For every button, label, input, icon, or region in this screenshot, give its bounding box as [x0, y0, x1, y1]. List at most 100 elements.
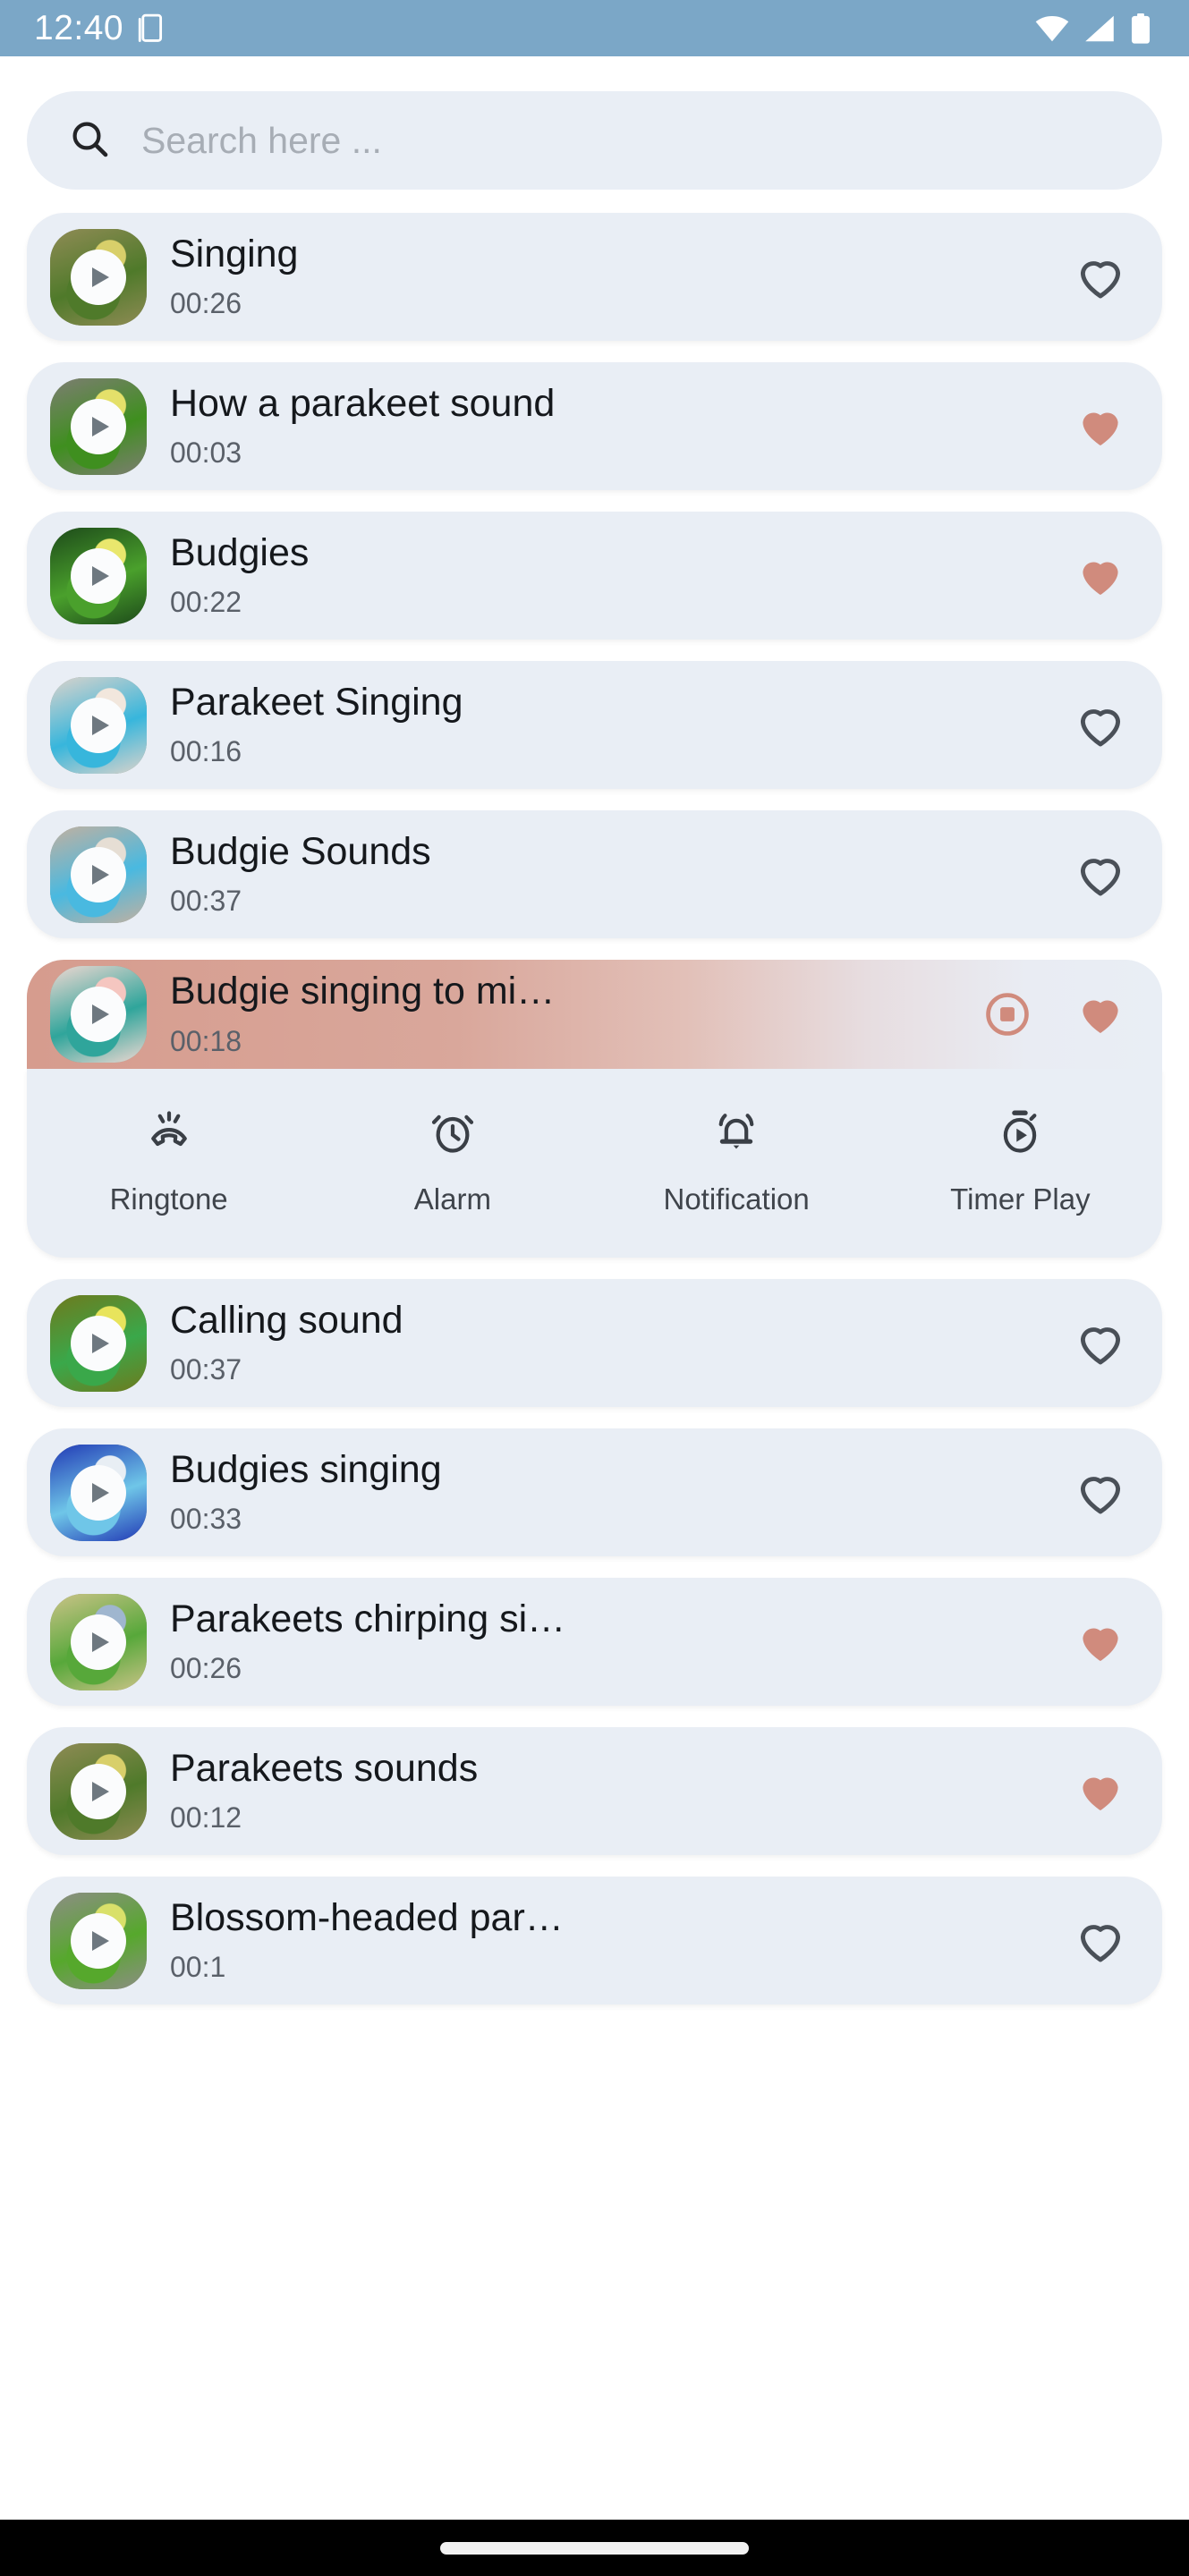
favorite-button[interactable] — [1073, 250, 1128, 305]
row-actions — [1073, 847, 1128, 902]
action-ringtone[interactable]: Ringtone — [27, 1106, 310, 1216]
sound-title: Parakeet Singing — [170, 681, 463, 724]
sound-row[interactable]: Calling sound 00:37 — [27, 1279, 1162, 1407]
row-actions — [980, 987, 1128, 1042]
sound-duration: 00:26 — [170, 287, 242, 320]
sound-card[interactable]: Calling sound 00:37 — [27, 1279, 1162, 1407]
sound-duration: 00:33 — [170, 1503, 242, 1536]
sound-thumbnail[interactable] — [50, 1892, 147, 1989]
ringing-phone-icon — [144, 1106, 194, 1161]
play-icon[interactable] — [71, 1763, 126, 1819]
sound-thumbnail[interactable] — [50, 966, 147, 1063]
action-alarm[interactable]: Alarm — [310, 1106, 594, 1216]
play-icon[interactable] — [71, 249, 126, 305]
action-timer-play[interactable]: Timer Play — [879, 1106, 1162, 1216]
play-icon[interactable] — [71, 987, 126, 1042]
sound-row[interactable]: How a parakeet sound 00:03 — [27, 362, 1162, 490]
favorite-button[interactable] — [1073, 1465, 1128, 1521]
sound-thumbnail[interactable] — [50, 1294, 147, 1392]
home-gesture-pill[interactable] — [440, 2541, 749, 2555]
row-actions — [1073, 698, 1128, 753]
play-icon[interactable] — [71, 697, 126, 753]
favorite-button[interactable] — [1073, 548, 1128, 604]
sound-title: Blossom-headed par… — [170, 1896, 564, 1939]
wifi-icon — [1035, 15, 1069, 42]
play-icon[interactable] — [71, 1912, 126, 1969]
search-input[interactable] — [141, 119, 1121, 162]
sound-row[interactable]: Parakeet Singing 00:16 — [27, 661, 1162, 789]
play-icon[interactable] — [71, 1614, 126, 1670]
sound-thumbnail[interactable] — [50, 1742, 147, 1840]
sound-card[interactable]: Budgies singing 00:33 — [27, 1428, 1162, 1556]
alarm-clock-icon — [428, 1106, 478, 1161]
sound-row[interactable]: Budgie singing to mi… 00:18 — [27, 960, 1162, 1069]
sound-title: Budgie Sounds — [170, 830, 431, 873]
bell-icon — [711, 1106, 761, 1161]
sound-row[interactable]: Budgie Sounds 00:37 — [27, 810, 1162, 938]
stop-button[interactable] — [980, 987, 1035, 1042]
sound-meta: Budgie Sounds 00:37 — [170, 831, 1073, 918]
row-actions — [1073, 250, 1128, 305]
favorite-button[interactable] — [1073, 1913, 1128, 1969]
sound-card[interactable]: Parakeets chirping si… 00:26 — [27, 1578, 1162, 1706]
sound-card[interactable]: Budgie singing to mi… 00:18 — [27, 960, 1162, 1069]
sound-duration: 00:37 — [170, 1353, 242, 1386]
cellular-signal-icon — [1083, 15, 1116, 42]
sound-title: Singing — [170, 233, 299, 275]
sound-thumbnail[interactable] — [50, 527, 147, 624]
sound-row[interactable]: Singing 00:26 — [27, 213, 1162, 341]
action-notification[interactable]: Notification — [595, 1106, 879, 1216]
sound-card[interactable]: How a parakeet sound 00:03 — [27, 362, 1162, 490]
stopwatch-play-icon — [995, 1106, 1045, 1161]
play-icon[interactable] — [71, 846, 126, 902]
search-icon — [68, 117, 111, 165]
sound-duration: 00:1 — [170, 1951, 226, 1984]
favorite-button[interactable] — [1073, 847, 1128, 902]
play-icon[interactable] — [71, 547, 126, 604]
favorite-button[interactable] — [1073, 1764, 1128, 1819]
sound-thumbnail[interactable] — [50, 826, 147, 923]
favorite-button[interactable] — [1073, 1614, 1128, 1670]
sound-thumbnail[interactable] — [50, 228, 147, 326]
sound-title: Parakeets chirping si… — [170, 1597, 566, 1640]
favorite-button[interactable] — [1073, 399, 1128, 454]
play-icon[interactable] — [71, 398, 126, 454]
sound-card[interactable]: Budgies 00:22 — [27, 512, 1162, 640]
sound-thumbnail[interactable] — [50, 676, 147, 774]
play-icon[interactable] — [71, 1315, 126, 1371]
expanded-action-panel: Ringtone Alarm Notification Timer Play — [27, 1069, 1162, 1258]
sound-row[interactable]: Budgies 00:22 — [27, 512, 1162, 640]
action-label: Notification — [663, 1182, 810, 1216]
sound-thumbnail[interactable] — [50, 1593, 147, 1690]
favorite-button[interactable] — [1073, 698, 1128, 753]
sound-card[interactable]: Budgie Sounds 00:37 — [27, 810, 1162, 938]
sound-card[interactable]: Parakeets sounds 00:12 — [27, 1727, 1162, 1855]
row-actions — [1073, 1913, 1128, 1969]
favorite-button[interactable] — [1073, 1316, 1128, 1371]
status-bar: 12:40 — [0, 0, 1189, 56]
action-label: Ringtone — [109, 1182, 228, 1216]
action-label: Alarm — [413, 1182, 491, 1216]
sound-card[interactable]: Singing 00:26 — [27, 213, 1162, 341]
sound-duration: 00:37 — [170, 885, 242, 918]
search-bar[interactable] — [27, 91, 1162, 190]
sound-duration: 00:16 — [170, 735, 242, 768]
sound-meta: Blossom-headed par… 00:1 — [170, 1897, 1073, 1984]
sound-thumbnail[interactable] — [50, 377, 147, 475]
row-actions — [1073, 1764, 1128, 1819]
sound-card[interactable]: Parakeet Singing 00:16 — [27, 661, 1162, 789]
sound-duration: 00:12 — [170, 1801, 242, 1835]
sound-thumbnail[interactable] — [50, 1444, 147, 1541]
app-content: Singing 00:26 How a parakeet sound 00:03 — [0, 56, 1189, 2576]
sound-row[interactable]: Parakeets chirping si… 00:26 — [27, 1578, 1162, 1706]
sound-meta: Parakeets sounds 00:12 — [170, 1748, 1073, 1835]
sound-row[interactable]: Parakeets sounds 00:12 — [27, 1727, 1162, 1855]
sound-row[interactable]: Budgies singing 00:33 — [27, 1428, 1162, 1556]
favorite-button[interactable] — [1073, 987, 1128, 1042]
sound-duration: 00:03 — [170, 436, 242, 470]
sound-title: Budgie singing to mi… — [170, 970, 556, 1013]
sound-card[interactable]: Blossom-headed par… 00:1 — [27, 1877, 1162, 2004]
sound-title: Budgies singing — [170, 1448, 442, 1491]
play-icon[interactable] — [71, 1464, 126, 1521]
sound-row[interactable]: Blossom-headed par… 00:1 — [27, 1877, 1162, 2004]
